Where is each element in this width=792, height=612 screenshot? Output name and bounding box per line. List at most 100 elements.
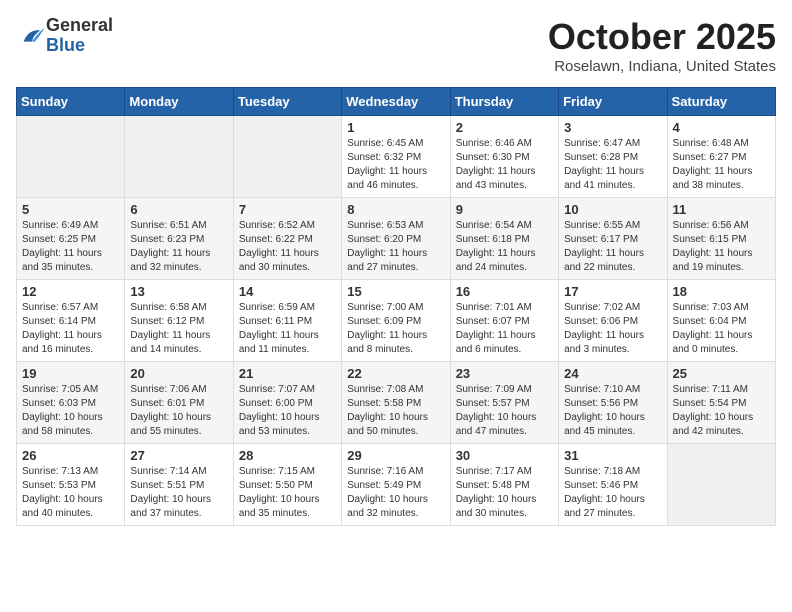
location: Roselawn, Indiana, United States: [548, 58, 776, 75]
day-header-tuesday: Tuesday: [233, 88, 341, 116]
logo-blue: Blue: [46, 36, 113, 56]
day-info: Sunrise: 6:54 AM Sunset: 6:18 PM Dayligh…: [456, 219, 553, 275]
calendar-day-cell: 22 Sunrise: 7:08 AM Sunset: 5:58 PM Dayli…: [342, 362, 450, 444]
calendar-week-row: 19Sunrise: 7:05 AM Sunset: 6:03 PM Dayli…: [17, 362, 776, 444]
day-header-thursday: Thursday: [450, 88, 558, 116]
calendar-day-cell: 18 Sunrise: 7:03 AM Sunset: 6:04 PM Dayli…: [667, 280, 775, 362]
calendar-day-cell: 21 Sunrise: 7:07 AM Sunset: 6:00 PM Dayli…: [233, 362, 341, 444]
day-number: 23: [456, 366, 553, 381]
page-header: General Blue October 2025 Roselawn, Indi…: [16, 16, 776, 75]
calendar-day-cell: [17, 116, 125, 198]
day-number: 20: [130, 366, 227, 381]
calendar-day-cell: 15 Sunrise: 7:00 AM Sunset: 6:09 PM Dayli…: [342, 280, 450, 362]
day-info: Sunrise: 7:06 AM Sunset: 6:01 PM Dayligh…: [130, 383, 227, 439]
calendar-day-cell: 4 Sunrise: 6:48 AM Sunset: 6:27 PM Daylig…: [667, 116, 775, 198]
day-number: 31: [564, 448, 661, 463]
calendar-day-cell: 28Sunrise: 7:15 AM Sunset: 5:50 PM Dayli…: [233, 444, 341, 526]
day-header-monday: Monday: [125, 88, 233, 116]
day-number: 17: [564, 284, 661, 299]
day-number: 5: [22, 202, 119, 217]
calendar-week-row: 26 Sunrise: 7:13 AM Sunset: 5:53 PM Dayli…: [17, 444, 776, 526]
day-number: 18: [673, 284, 770, 299]
calendar-day-cell: 31Sunrise: 7:18 AM Sunset: 5:46 PM Dayli…: [559, 444, 667, 526]
day-info: Sunrise: 7:17 AM Sunset: 5:48 PM Dayligh…: [456, 465, 553, 521]
day-info: Sunrise: 6:49 AM Sunset: 6:25 PM Dayligh…: [22, 219, 119, 275]
day-info: Sunrise: 7:03 AM Sunset: 6:04 PM Dayligh…: [673, 301, 770, 357]
day-info: Sunrise: 6:47 AM Sunset: 6:28 PM Dayligh…: [564, 137, 661, 193]
day-info: Sunrise: 7:01 AM Sunset: 6:07 PM Dayligh…: [456, 301, 553, 357]
day-info: Sunrise: 6:51 AM Sunset: 6:23 PM Dayligh…: [130, 219, 227, 275]
calendar-day-cell: 20 Sunrise: 7:06 AM Sunset: 6:01 PM Dayli…: [125, 362, 233, 444]
day-number: 2: [456, 120, 553, 135]
day-number: 11: [673, 202, 770, 217]
day-header-saturday: Saturday: [667, 88, 775, 116]
day-info: Sunrise: 7:14 AM Sunset: 5:51 PM Dayligh…: [130, 465, 227, 521]
day-info: Sunrise: 7:00 AM Sunset: 6:09 PM Dayligh…: [347, 301, 444, 357]
calendar-day-cell: 6 Sunrise: 6:51 AM Sunset: 6:23 PM Daylig…: [125, 198, 233, 280]
day-number: 22: [347, 366, 444, 381]
calendar-day-cell: 25 Sunrise: 7:11 AM Sunset: 5:54 PM Dayli…: [667, 362, 775, 444]
calendar-header-row: SundayMondayTuesdayWednesdayThursdayFrid…: [17, 88, 776, 116]
calendar-day-cell: 5 Sunrise: 6:49 AM Sunset: 6:25 PM Daylig…: [17, 198, 125, 280]
day-number: 15: [347, 284, 444, 299]
day-info: Sunrise: 6:53 AM Sunset: 6:20 PM Dayligh…: [347, 219, 444, 275]
calendar-day-cell: 17 Sunrise: 7:02 AM Sunset: 6:06 PM Dayli…: [559, 280, 667, 362]
day-number: 7: [239, 202, 336, 217]
day-number: 9: [456, 202, 553, 217]
calendar-day-cell: [125, 116, 233, 198]
calendar-day-cell: 12Sunrise: 6:57 AM Sunset: 6:14 PM Dayli…: [17, 280, 125, 362]
day-number: 14: [239, 284, 336, 299]
day-info: Sunrise: 6:55 AM Sunset: 6:17 PM Dayligh…: [564, 219, 661, 275]
day-info: Sunrise: 7:13 AM Sunset: 5:53 PM Dayligh…: [22, 465, 119, 521]
month-title: October 2025: [548, 16, 776, 58]
calendar-day-cell: 27 Sunrise: 7:14 AM Sunset: 5:51 PM Dayli…: [125, 444, 233, 526]
day-info: Sunrise: 7:15 AM Sunset: 5:50 PM Dayligh…: [239, 465, 336, 521]
calendar-day-cell: 29Sunrise: 7:16 AM Sunset: 5:49 PM Dayli…: [342, 444, 450, 526]
day-info: Sunrise: 7:08 AM Sunset: 5:58 PM Dayligh…: [347, 383, 444, 439]
day-header-wednesday: Wednesday: [342, 88, 450, 116]
day-number: 21: [239, 366, 336, 381]
calendar-day-cell: 10Sunrise: 6:55 AM Sunset: 6:17 PM Dayli…: [559, 198, 667, 280]
day-number: 30: [456, 448, 553, 463]
calendar-day-cell: 16Sunrise: 7:01 AM Sunset: 6:07 PM Dayli…: [450, 280, 558, 362]
calendar-day-cell: 24Sunrise: 7:10 AM Sunset: 5:56 PM Dayli…: [559, 362, 667, 444]
day-info: Sunrise: 6:57 AM Sunset: 6:14 PM Dayligh…: [22, 301, 119, 357]
day-number: 26: [22, 448, 119, 463]
calendar-day-cell: [233, 116, 341, 198]
day-number: 24: [564, 366, 661, 381]
day-info: Sunrise: 7:09 AM Sunset: 5:57 PM Dayligh…: [456, 383, 553, 439]
day-info: Sunrise: 7:11 AM Sunset: 5:54 PM Dayligh…: [673, 383, 770, 439]
calendar-week-row: 1Sunrise: 6:45 AM Sunset: 6:32 PM Daylig…: [17, 116, 776, 198]
calendar-day-cell: 13 Sunrise: 6:58 AM Sunset: 6:12 PM Dayli…: [125, 280, 233, 362]
day-info: Sunrise: 6:59 AM Sunset: 6:11 PM Dayligh…: [239, 301, 336, 357]
day-number: 6: [130, 202, 227, 217]
day-number: 8: [347, 202, 444, 217]
day-number: 1: [347, 120, 444, 135]
title-section: October 2025 Roselawn, Indiana, United S…: [548, 16, 776, 75]
calendar-day-cell: 19Sunrise: 7:05 AM Sunset: 6:03 PM Dayli…: [17, 362, 125, 444]
calendar-day-cell: 7Sunrise: 6:52 AM Sunset: 6:22 PM Daylig…: [233, 198, 341, 280]
day-info: Sunrise: 7:16 AM Sunset: 5:49 PM Dayligh…: [347, 465, 444, 521]
day-info: Sunrise: 6:58 AM Sunset: 6:12 PM Dayligh…: [130, 301, 227, 357]
calendar-day-cell: 26 Sunrise: 7:13 AM Sunset: 5:53 PM Dayli…: [17, 444, 125, 526]
calendar-day-cell: [667, 444, 775, 526]
calendar-day-cell: 30 Sunrise: 7:17 AM Sunset: 5:48 PM Dayli…: [450, 444, 558, 526]
logo-general: General: [46, 16, 113, 36]
day-info: Sunrise: 7:02 AM Sunset: 6:06 PM Dayligh…: [564, 301, 661, 357]
calendar-week-row: 12Sunrise: 6:57 AM Sunset: 6:14 PM Dayli…: [17, 280, 776, 362]
day-number: 19: [22, 366, 119, 381]
day-number: 27: [130, 448, 227, 463]
logo: General Blue: [16, 16, 113, 56]
day-number: 3: [564, 120, 661, 135]
day-number: 13: [130, 284, 227, 299]
calendar-table: SundayMondayTuesdayWednesdayThursdayFrid…: [16, 87, 776, 526]
day-number: 25: [673, 366, 770, 381]
day-number: 4: [673, 120, 770, 135]
day-info: Sunrise: 6:46 AM Sunset: 6:30 PM Dayligh…: [456, 137, 553, 193]
calendar-day-cell: 11Sunrise: 6:56 AM Sunset: 6:15 PM Dayli…: [667, 198, 775, 280]
calendar-day-cell: 9 Sunrise: 6:54 AM Sunset: 6:18 PM Daylig…: [450, 198, 558, 280]
day-info: Sunrise: 7:07 AM Sunset: 6:00 PM Dayligh…: [239, 383, 336, 439]
day-info: Sunrise: 6:48 AM Sunset: 6:27 PM Dayligh…: [673, 137, 770, 193]
logo-text: General Blue: [46, 16, 113, 56]
calendar-day-cell: 8 Sunrise: 6:53 AM Sunset: 6:20 PM Daylig…: [342, 198, 450, 280]
